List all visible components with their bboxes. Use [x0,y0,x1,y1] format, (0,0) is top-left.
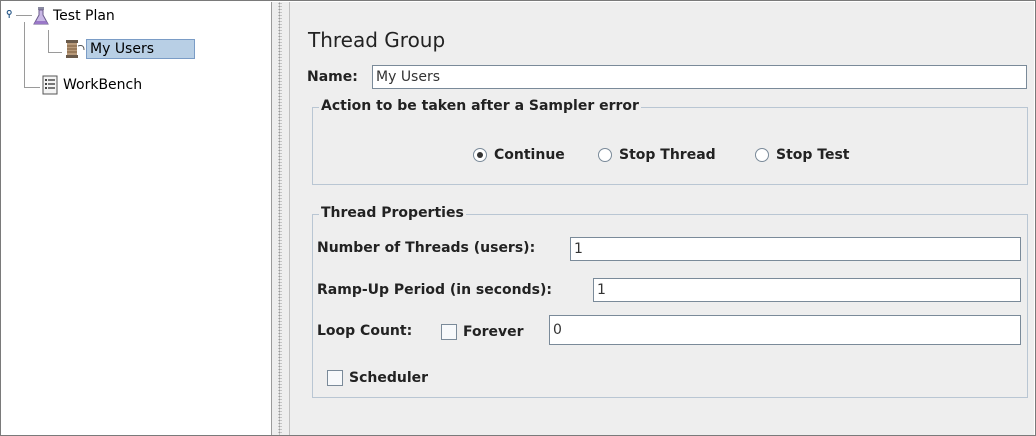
tree-item-test-plan[interactable]: Test Plan [32,6,118,26]
tree-item-label: Test Plan [53,8,115,24]
page-title: Thread Group [308,28,446,52]
split-pane-divider[interactable] [271,2,290,435]
scheduler-checkbox[interactable]: Scheduler [327,370,428,386]
thread-group-spool-icon [66,40,85,58]
workbench-icon [42,75,58,95]
tree-connector [48,52,62,53]
tree-item-my-users[interactable]: My Users [62,39,195,59]
threads-label: Number of Threads (users): [317,240,536,256]
checkbox-unchecked-icon [441,324,457,340]
rampup-input[interactable]: 1 [593,278,1021,302]
name-input[interactable]: My Users [372,65,1027,89]
tree-connector [24,87,40,88]
thread-properties-legend: Thread Properties [319,205,466,221]
jmeter-window: Test Plan My Users WorkBench Thread Grou… [0,0,1036,436]
threads-input[interactable]: 1 [570,237,1021,261]
radio-stop-thread[interactable]: Stop Thread [598,147,716,163]
divider-grip [278,2,282,435]
radio-unselected-icon [598,148,612,162]
radio-unselected-icon [755,148,769,162]
sampler-error-legend: Action to be taken after a Sampler error [319,98,641,114]
thread-group-panel: Thread Group Name: My Users Action to be… [290,2,1034,435]
forever-checkbox[interactable]: Forever [441,324,524,340]
sampler-error-group [312,107,1028,185]
rampup-label: Ramp-Up Period (in seconds): [317,282,552,298]
flask-icon [33,7,49,25]
radio-label: Continue [494,147,565,163]
test-tree: Test Plan My Users WorkBench [2,2,271,435]
tree-expand-handle-icon[interactable] [6,10,14,18]
tree-connector [16,15,32,16]
scheduler-label: Scheduler [349,370,429,386]
radio-selected-icon [473,148,487,162]
tree-item-label: My Users [86,39,195,59]
name-label: Name: [307,69,358,85]
tree-connector [24,22,25,88]
tree-connector [48,30,49,52]
forever-label: Forever [463,324,524,340]
loop-count-input[interactable]: 0 [549,315,1021,345]
radio-label: Stop Test [776,147,850,163]
radio-continue[interactable]: Continue [473,147,565,163]
radio-stop-test[interactable]: Stop Test [755,147,850,163]
loop-count-label: Loop Count: [317,323,413,339]
checkbox-unchecked-icon [327,370,343,386]
tree-item-workbench[interactable]: WorkBench [40,75,145,95]
tree-item-label: WorkBench [63,77,143,93]
radio-label: Stop Thread [619,147,716,163]
